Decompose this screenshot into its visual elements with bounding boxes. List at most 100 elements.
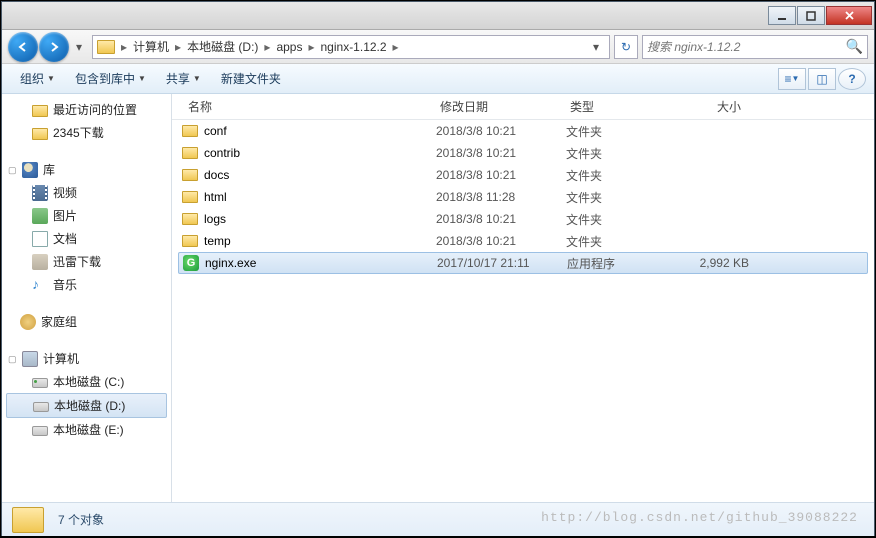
- new-folder-button[interactable]: 新建文件夹: [211, 66, 291, 91]
- close-button[interactable]: [826, 6, 872, 25]
- breadcrumb-sep[interactable]: ▸: [262, 38, 272, 56]
- sidebar-item-drive-d[interactable]: 本地磁盘 (D:): [6, 393, 167, 418]
- history-dropdown-icon[interactable]: ▾: [70, 40, 88, 54]
- sidebar-label: 库: [43, 161, 55, 178]
- include-label: 包含到库中: [75, 70, 135, 87]
- file-row[interactable]: logs2018/3/8 10:21文件夹: [172, 208, 874, 230]
- sidebar-item-computer[interactable]: ▢计算机: [2, 347, 171, 370]
- file-type: 文件夹: [566, 233, 654, 250]
- download-icon: [32, 254, 48, 270]
- file-type: 文件夹: [566, 211, 654, 228]
- sidebar-item-pictures[interactable]: 图片: [2, 204, 171, 227]
- file-type: 文件夹: [566, 145, 654, 162]
- file-name-cell: conf: [182, 124, 436, 138]
- breadcrumb-sep[interactable]: ▸: [119, 38, 129, 56]
- maximize-button[interactable]: [797, 6, 825, 25]
- toolbar: 组织▼ 包含到库中▼ 共享▼ 新建文件夹 ≡ ▼ ◫ ?: [2, 64, 874, 94]
- column-date[interactable]: 修改日期: [432, 94, 562, 119]
- sidebar-item-drive-e[interactable]: 本地磁盘 (E:): [2, 418, 171, 441]
- column-name[interactable]: 名称: [172, 94, 432, 119]
- file-name-cell: docs: [182, 168, 436, 182]
- share-label: 共享: [166, 70, 190, 87]
- folder-icon: [182, 169, 198, 181]
- file-row[interactable]: temp2018/3/8 10:21文件夹: [172, 230, 874, 252]
- computer-icon: [22, 351, 38, 367]
- column-size[interactable]: 大小: [650, 94, 750, 119]
- sidebar-item-libraries[interactable]: ▢库: [2, 158, 171, 181]
- status-count: 7 个对象: [58, 511, 104, 528]
- organize-label: 组织: [20, 70, 44, 87]
- folder-icon: [182, 235, 198, 247]
- file-name-cell: logs: [182, 212, 436, 226]
- library-icon: [22, 162, 38, 178]
- file-row[interactable]: Gnginx.exe2017/10/17 21:11应用程序2,992 KB: [178, 252, 868, 274]
- file-row[interactable]: conf2018/3/8 10:21文件夹: [172, 120, 874, 142]
- search-input[interactable]: [647, 40, 846, 54]
- breadcrumb-nginx[interactable]: nginx-1.12.2: [317, 38, 391, 56]
- file-list[interactable]: conf2018/3/8 10:21文件夹contrib2018/3/8 10:…: [172, 120, 874, 502]
- sidebar-item-documents[interactable]: 文档: [2, 227, 171, 250]
- drive-icon: [32, 426, 48, 436]
- sidebar-label: 本地磁盘 (C:): [53, 373, 124, 390]
- navbar: ▾ ▸ 计算机 ▸ 本地磁盘 (D:) ▸ apps ▸ nginx-1.12.…: [2, 30, 874, 64]
- titlebar[interactable]: [2, 2, 874, 30]
- minimize-button[interactable]: [768, 6, 796, 25]
- sidebar-item-xunlei[interactable]: 迅雷下载: [2, 250, 171, 273]
- view-options-button[interactable]: ≡ ▼: [778, 68, 806, 90]
- music-icon: ♪: [32, 277, 48, 293]
- folder-icon: [12, 507, 44, 533]
- breadcrumb-sep[interactable]: ▸: [306, 38, 316, 56]
- sidebar-item-2345[interactable]: 2345下载: [2, 121, 171, 144]
- file-name: contrib: [204, 146, 240, 160]
- file-name: logs: [204, 212, 226, 226]
- column-type[interactable]: 类型: [562, 94, 650, 119]
- sidebar-label: 音乐: [53, 276, 77, 293]
- address-dropdown-icon[interactable]: ▾: [587, 40, 605, 54]
- sidebar-item-recent[interactable]: 最近访问的位置: [2, 98, 171, 121]
- share-button[interactable]: 共享▼: [156, 66, 211, 91]
- preview-pane-button[interactable]: ◫: [808, 68, 836, 90]
- help-button[interactable]: ?: [838, 68, 866, 90]
- file-name-cell: html: [182, 190, 436, 204]
- file-row[interactable]: html2018/3/8 11:28文件夹: [172, 186, 874, 208]
- breadcrumb-drive-d[interactable]: 本地磁盘 (D:): [183, 36, 262, 57]
- breadcrumb-sep[interactable]: ▸: [391, 38, 401, 56]
- expand-icon[interactable]: ▢: [8, 165, 17, 174]
- video-icon: [32, 185, 48, 201]
- forward-button[interactable]: [39, 32, 69, 62]
- search-icon[interactable]: 🔍: [846, 38, 863, 55]
- chevron-down-icon: ▼: [138, 74, 146, 83]
- include-in-library-button[interactable]: 包含到库中▼: [65, 66, 156, 91]
- file-date: 2018/3/8 10:21: [436, 168, 566, 182]
- breadcrumb-apps[interactable]: apps: [272, 38, 306, 56]
- sidebar-label: 图片: [53, 207, 77, 224]
- file-date: 2018/3/8 10:21: [436, 146, 566, 160]
- sidebar-item-music[interactable]: ♪ 音乐: [2, 273, 171, 296]
- file-name-cell: contrib: [182, 146, 436, 160]
- sidebar-item-drive-c[interactable]: 本地磁盘 (C:): [2, 370, 171, 393]
- folder-icon: [182, 147, 198, 159]
- refresh-button[interactable]: ↻: [614, 35, 638, 59]
- sidebar-item-homegroup[interactable]: 家庭组: [2, 310, 171, 333]
- folder-icon: [182, 125, 198, 137]
- navigation-pane[interactable]: 最近访问的位置 2345下载 ▢库 视频 图片 文档 迅雷下载 ♪音乐 家庭组 …: [2, 94, 172, 502]
- drive-icon: [33, 402, 49, 412]
- sidebar-label: 家庭组: [41, 313, 77, 330]
- expand-icon[interactable]: ▢: [8, 354, 17, 363]
- file-row[interactable]: docs2018/3/8 10:21文件夹: [172, 164, 874, 186]
- sidebar-label: 迅雷下载: [53, 253, 101, 270]
- file-name-cell: Gnginx.exe: [183, 255, 437, 271]
- sidebar-item-videos[interactable]: 视频: [2, 181, 171, 204]
- breadcrumb-computer[interactable]: 计算机: [129, 36, 173, 57]
- back-button[interactable]: [8, 32, 38, 62]
- recent-icon: [32, 105, 48, 117]
- search-box[interactable]: 🔍: [642, 35, 868, 59]
- breadcrumb-sep[interactable]: ▸: [173, 38, 183, 56]
- explorer-window: ▾ ▸ 计算机 ▸ 本地磁盘 (D:) ▸ apps ▸ nginx-1.12.…: [1, 1, 875, 536]
- folder-icon: [97, 40, 115, 54]
- address-bar[interactable]: ▸ 计算机 ▸ 本地磁盘 (D:) ▸ apps ▸ nginx-1.12.2 …: [92, 35, 610, 59]
- file-name-cell: temp: [182, 234, 436, 248]
- file-row[interactable]: contrib 2018/3/8 10:21文件夹: [172, 142, 874, 164]
- file-type: 文件夹: [566, 189, 654, 206]
- organize-button[interactable]: 组织▼: [10, 66, 65, 91]
